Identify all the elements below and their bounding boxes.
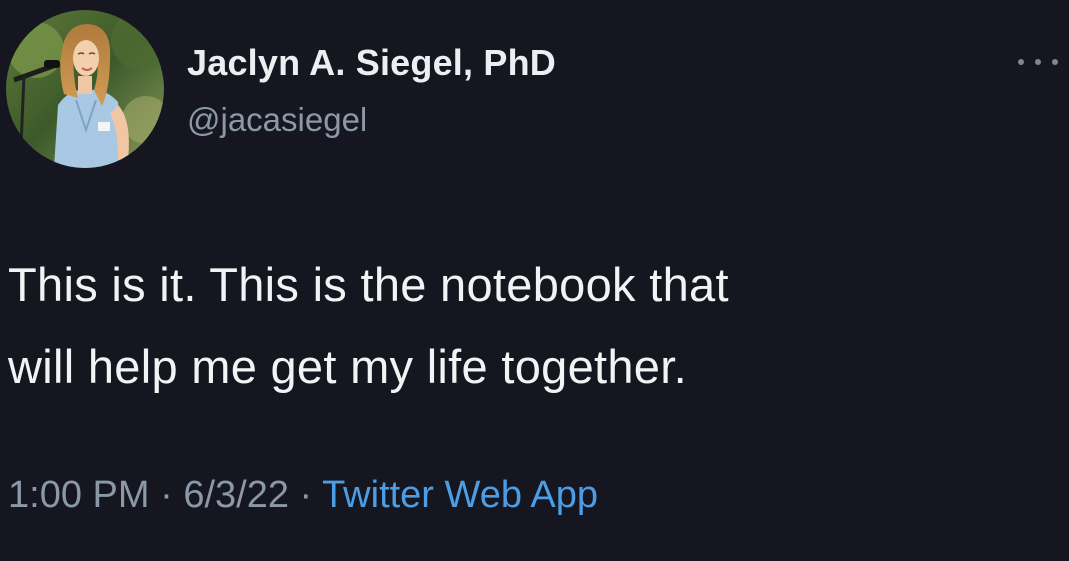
tweet-date[interactable]: 6/3/22 (183, 474, 289, 516)
avatar-photo (6, 10, 164, 168)
tweet-text-line: This is it. This is the notebook that (8, 258, 729, 311)
more-options-icon[interactable] (1018, 50, 1058, 74)
meta-separator: · (160, 474, 173, 516)
meta-separator: · (299, 474, 313, 516)
tweet-card: Jaclyn A. Siegel, PhD @jacasiegel This i… (0, 0, 1069, 561)
tweet-source-link[interactable]: Twitter Web App (322, 474, 598, 516)
tweet-text-line: will help me get my life together. (8, 340, 687, 393)
more-dot (1035, 59, 1041, 65)
more-dot (1018, 59, 1024, 65)
tweet-text: This is it. This is the notebook that wi… (8, 244, 1058, 408)
author-display-name[interactable]: Jaclyn A. Siegel, PhD (187, 42, 556, 84)
author-handle[interactable]: @jacasiegel (187, 101, 367, 139)
more-dot (1052, 59, 1058, 65)
avatar[interactable] (6, 10, 164, 168)
tweet-metadata: 1:00 PM · 6/3/22 · Twitter Web App (8, 474, 598, 517)
tweet-time[interactable]: 1:00 PM (8, 474, 150, 516)
